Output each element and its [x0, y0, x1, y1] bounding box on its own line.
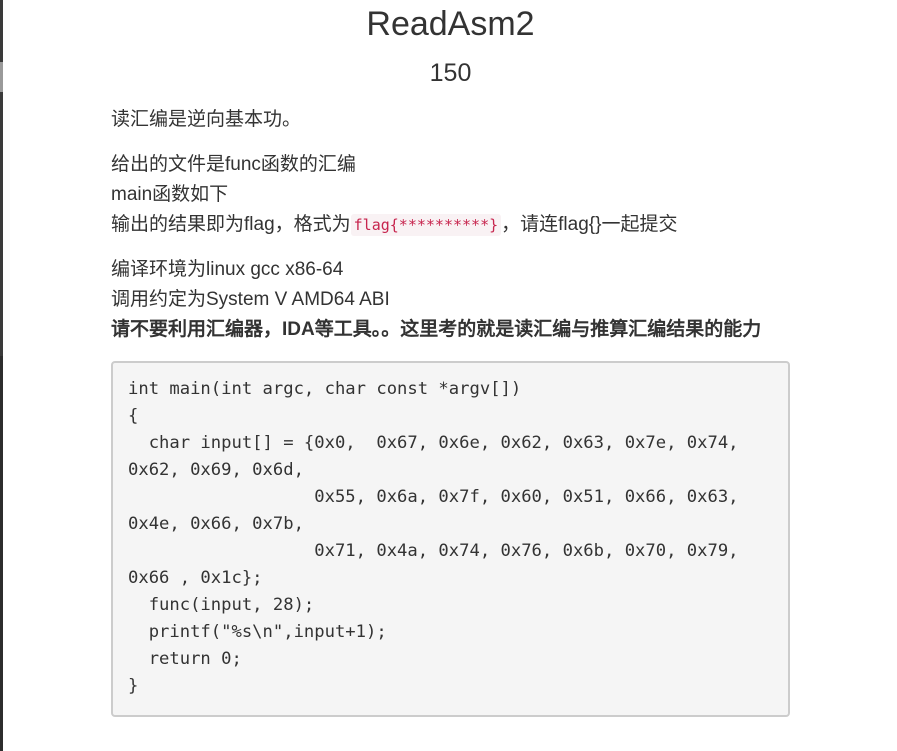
- code-line: return 0;: [128, 649, 242, 669]
- window-left-edge-lower: [0, 356, 3, 751]
- description-warning: 请不要利用汇编器，IDA等工具。。这里考的就是读汇编与推算汇编结果的能力: [111, 319, 762, 340]
- code-line: printf("%s\n",input+1);: [128, 622, 387, 642]
- code-line: 0x4e, 0x66, 0x7b,: [128, 514, 304, 534]
- description-paragraph-2: 给出的文件是func函数的汇编 main函数如下 输出的结果即为flag，格式为…: [111, 150, 790, 240]
- challenge-points: 150: [429, 59, 472, 87]
- description-line-prefix: 输出的结果即为flag，格式为: [111, 214, 351, 235]
- code-line: func(input, 28);: [128, 595, 315, 615]
- code-line: }: [128, 676, 139, 696]
- challenge-panel: ReadAsm2 150 读汇编是逆向基本功。 给出的文件是func函数的汇编 …: [111, 0, 790, 717]
- code-line: 0x71, 0x4a, 0x74, 0x76, 0x6b, 0x70, 0x79…: [128, 541, 739, 561]
- window-left-edge-highlight: [0, 62, 3, 92]
- description-paragraph-3: 编译环境为linux gcc x86-64 调用约定为System V AMD6…: [111, 255, 790, 345]
- code-line: 0x66 , 0x1c};: [128, 568, 263, 588]
- description-line: 编译环境为linux gcc x86-64: [111, 259, 344, 280]
- flag-format-code: flag{**********}: [350, 214, 502, 236]
- description-line-suffix: ，请连flag{}一起提交: [501, 214, 678, 235]
- challenge-title: ReadAsm2: [366, 5, 535, 43]
- description-intro: 读汇编是逆向基本功。: [111, 109, 302, 130]
- code-line: 0x62, 0x69, 0x6d,: [128, 460, 304, 480]
- code-block: int main(int argc, char const *argv[]) {…: [111, 361, 790, 717]
- code-line: 0x55, 0x6a, 0x7f, 0x60, 0x51, 0x66, 0x63…: [128, 487, 739, 507]
- challenge-description: 读汇编是逆向基本功。 给出的文件是func函数的汇编 main函数如下 输出的结…: [111, 105, 790, 345]
- code-line: char input[] = {0x0, 0x67, 0x6e, 0x62, 0…: [128, 433, 739, 453]
- description-line: 给出的文件是func函数的汇编: [111, 154, 356, 175]
- code-line: int main(int argc, char const *argv[]): [128, 379, 522, 399]
- code-line: {: [128, 406, 139, 426]
- description-line: main函数如下: [111, 184, 229, 205]
- description-line: 调用约定为System V AMD64 ABI: [111, 289, 390, 310]
